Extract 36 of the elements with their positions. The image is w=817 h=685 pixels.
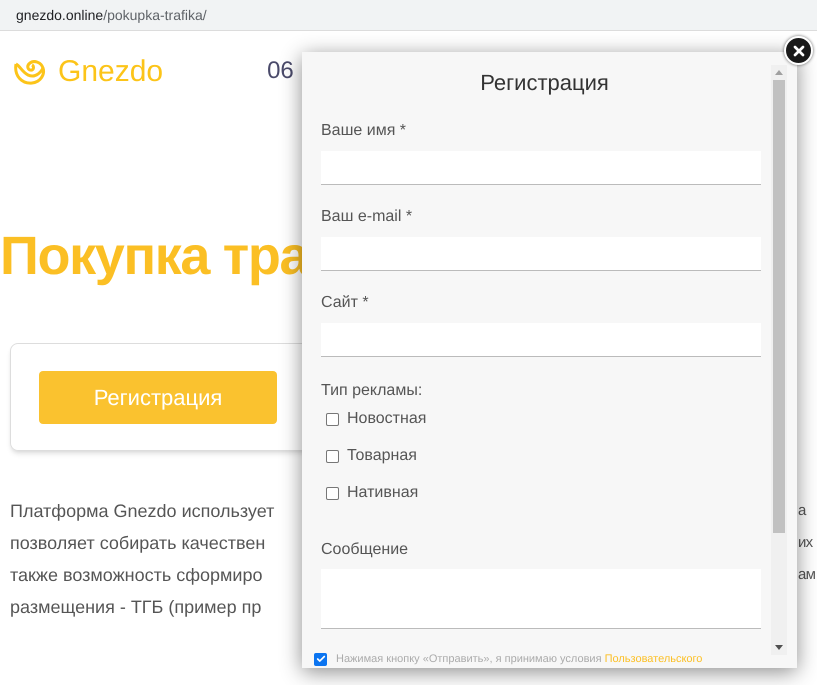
- scroll-down-icon[interactable]: [775, 645, 783, 650]
- nav-link[interactable]: 06: [267, 53, 294, 89]
- checkbox[interactable]: [326, 412, 339, 426]
- paragraph-fragment: их: [798, 532, 812, 553]
- paragraph-line: размещения - ТГБ (пример пр: [10, 596, 262, 616]
- ad-type-label: Тип рекламы:: [321, 381, 424, 401]
- scrollbar[interactable]: [771, 65, 787, 655]
- paragraph-fragment: ам: [798, 564, 816, 585]
- field-label: Сайт *: [321, 293, 370, 313]
- message-label: Сообщение: [321, 540, 410, 560]
- checkbox-label: Нативная: [347, 483, 418, 503]
- checkbox-label: Новостная: [347, 409, 426, 429]
- checkbox[interactable]: [326, 450, 339, 462]
- message-field[interactable]: [321, 569, 761, 629]
- input-field[interactable]: [321, 323, 761, 357]
- paragraph-line: позволяет собирать качествен: [10, 532, 266, 552]
- paragraph-line: Платформа Gnezdo использует: [10, 500, 274, 520]
- url-text: gnezdo.online/pokupka-trafika/: [16, 6, 207, 25]
- terms-link[interactable]: Пользовательского: [604, 653, 702, 665]
- close-button[interactable]: [784, 36, 813, 65]
- paragraph-line: также возможность сформиро: [10, 564, 262, 584]
- consent-text: Нажимая кнопку «Отправить», я принимаю условия Пользовательского: [336, 652, 702, 667]
- modal-title: Регистрация: [479, 69, 610, 97]
- input-field[interactable]: [321, 151, 761, 185]
- paragraph-fragment: а: [798, 500, 806, 521]
- consent-checkbox[interactable]: [314, 652, 327, 666]
- registration-button[interactable]: Регистрация: [39, 370, 277, 424]
- checkbox-label: Товарная: [347, 446, 417, 466]
- scroll-up-icon[interactable]: [775, 70, 783, 75]
- checkbox[interactable]: [326, 486, 339, 500]
- field-label: Ваш e-mail *: [321, 207, 414, 227]
- input-field[interactable]: [321, 237, 761, 271]
- field-label: Ваше имя *: [321, 121, 408, 141]
- close-icon: [790, 42, 806, 58]
- address-bar[interactable]: gnezdo.online/pokupka-trafika/: [0, 0, 817, 31]
- logo-text[interactable]: Gnezdo: [58, 48, 164, 94]
